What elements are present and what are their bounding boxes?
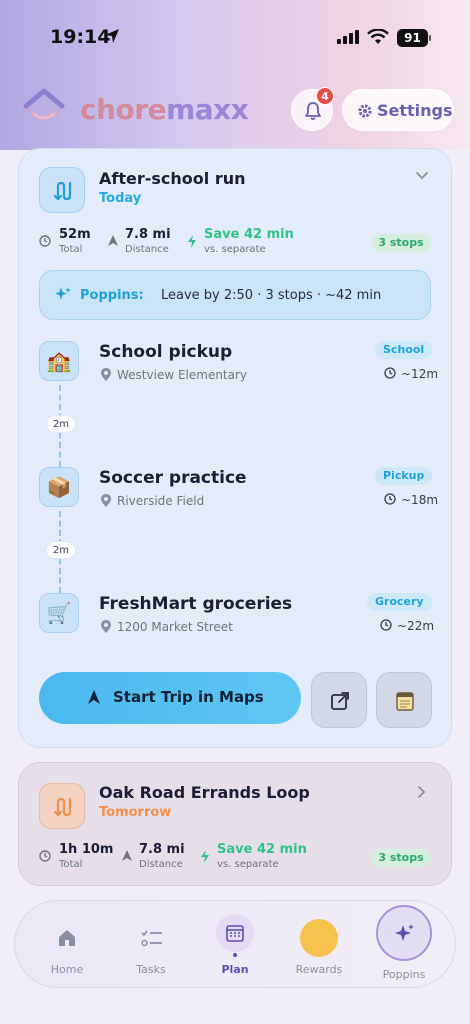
stop-duration: ~18m: [401, 493, 439, 507]
poppins-suggestion-text: Leave by 2:50 · 3 stops · ~42 min: [161, 288, 382, 303]
app-logo-icon: [23, 88, 65, 121]
tab-home[interactable]: Home: [27, 901, 107, 989]
gear-icon: [358, 104, 372, 118]
trip-card-after-school[interactable]: After-school run Today 52m Total 7.8 mi …: [18, 148, 452, 748]
tab-plan[interactable]: Plan: [195, 901, 275, 989]
poppins-label: Poppins:: [80, 288, 144, 303]
school-building-icon: 🏫: [39, 341, 79, 381]
time-saved-label: vs. separate: [204, 244, 266, 255]
route-icon: [39, 783, 85, 829]
external-link-icon: [331, 692, 349, 710]
package-box-icon: 📦: [39, 467, 79, 507]
start-trip-button[interactable]: Start Trip in Maps: [39, 672, 301, 724]
stop-type-badge: Grocery: [367, 593, 432, 611]
trip-card-oak-road[interactable]: Oak Road Errands Loop Tomorrow 1h 10m To…: [18, 762, 452, 886]
start-trip-label: Start Trip in Maps: [113, 688, 264, 706]
trip-day: Today: [99, 191, 142, 206]
stop-type-badge: School: [375, 341, 433, 359]
notification-count-badge: 4: [316, 87, 334, 105]
chevron-down-icon[interactable]: [415, 171, 429, 181]
settings-button[interactable]: Settings: [342, 89, 454, 131]
route-icon: [39, 167, 85, 213]
distance-label: Distance: [125, 244, 169, 255]
stop-address: 1200 Market Street: [117, 620, 233, 634]
notes-button[interactable]: [376, 672, 432, 728]
calendar-icon: [226, 925, 244, 942]
clock-icon: [384, 367, 396, 379]
bolt-icon: [188, 235, 196, 248]
distance-value: 7.8 mi: [139, 842, 185, 857]
sparkle-icon: [55, 287, 71, 300]
trip-title: After-school run: [99, 169, 246, 188]
status-bar: 19:14 91: [0, 0, 470, 76]
bolt-icon: [201, 850, 209, 863]
trip-day: Tomorrow: [99, 805, 172, 820]
clock-icon: [380, 619, 392, 631]
stop-duration: ~22m: [397, 619, 435, 633]
brand-part2: maxx: [166, 93, 249, 126]
checklist-icon: [141, 930, 162, 947]
total-label: Total: [59, 244, 83, 255]
tab-label: Tasks: [136, 963, 166, 976]
tab-label: Plan: [221, 963, 249, 976]
stops-count-badge: 3 stops: [371, 849, 431, 867]
stop-duration: ~12m: [401, 367, 439, 381]
map-pin-icon: [101, 494, 111, 507]
house-icon: [59, 930, 75, 946]
brand-part1: chore: [80, 93, 167, 126]
map-pin-icon: [101, 368, 111, 381]
total-time: 1h 10m: [59, 842, 114, 857]
stop-type-badge: Pickup: [375, 467, 433, 485]
tab-label: Poppins: [382, 968, 426, 981]
trip-title: Oak Road Errands Loop: [99, 783, 310, 802]
shopping-cart-icon: 🛒: [39, 593, 79, 633]
settings-label: Settings: [377, 101, 453, 120]
active-tab-dot: [233, 953, 237, 957]
cellular-signal-icon: [337, 30, 359, 44]
tab-label: Home: [50, 963, 84, 976]
bottom-tab-bar: Home Tasks Plan Rewards Poppins: [14, 900, 456, 988]
distance-label: Distance: [139, 859, 183, 870]
tab-tasks[interactable]: Tasks: [111, 901, 191, 989]
stop-name[interactable]: School pickup: [99, 342, 232, 362]
location-arrow-icon: [105, 29, 119, 43]
stops-count-badge: 3 stops: [371, 234, 431, 252]
app-brand: choremaxx: [80, 93, 249, 126]
time-saved: Save 42 min: [217, 842, 307, 857]
stop-address: Riverside Field: [117, 494, 205, 508]
clock-icon: [384, 493, 396, 505]
total-time: 52m: [59, 227, 91, 242]
time-saved-label: vs. separate: [217, 859, 279, 870]
clock-time: 19:14: [50, 26, 111, 48]
map-pin-icon: [101, 620, 111, 633]
distance-value: 7.8 mi: [125, 227, 171, 242]
battery-indicator: 91: [397, 29, 428, 47]
travel-gap-badge: 2m: [46, 541, 76, 559]
sparkle-icon: [395, 924, 414, 941]
navigation-arrow-icon: [88, 690, 100, 704]
poppins-suggestion-banner[interactable]: Poppins: Leave by 2:50 · 3 stops · ~42 m…: [39, 270, 431, 320]
clock-icon: [39, 235, 51, 247]
notepad-icon: [396, 692, 414, 711]
navigation-arrow-icon: [122, 850, 132, 861]
bell-icon: [305, 102, 321, 120]
total-label: Total: [59, 859, 83, 870]
battery-tip: [429, 35, 431, 41]
time-saved: Save 42 min: [204, 227, 294, 242]
tab-rewards[interactable]: Rewards: [279, 901, 359, 989]
coin-icon: [300, 919, 338, 957]
poppins-tab-button[interactable]: [376, 905, 432, 961]
stop-name[interactable]: Soccer practice: [99, 468, 247, 488]
stop-address: Westview Elementary: [117, 368, 248, 382]
wifi-icon: [367, 29, 389, 44]
open-external-button[interactable]: [311, 672, 367, 728]
stop-name[interactable]: FreshMart groceries: [99, 594, 292, 614]
tab-label: Rewards: [295, 963, 343, 976]
chevron-right-icon[interactable]: [417, 785, 427, 799]
clock-icon: [39, 850, 51, 862]
travel-gap-badge: 2m: [46, 415, 76, 433]
navigation-arrow-icon: [108, 235, 118, 246]
